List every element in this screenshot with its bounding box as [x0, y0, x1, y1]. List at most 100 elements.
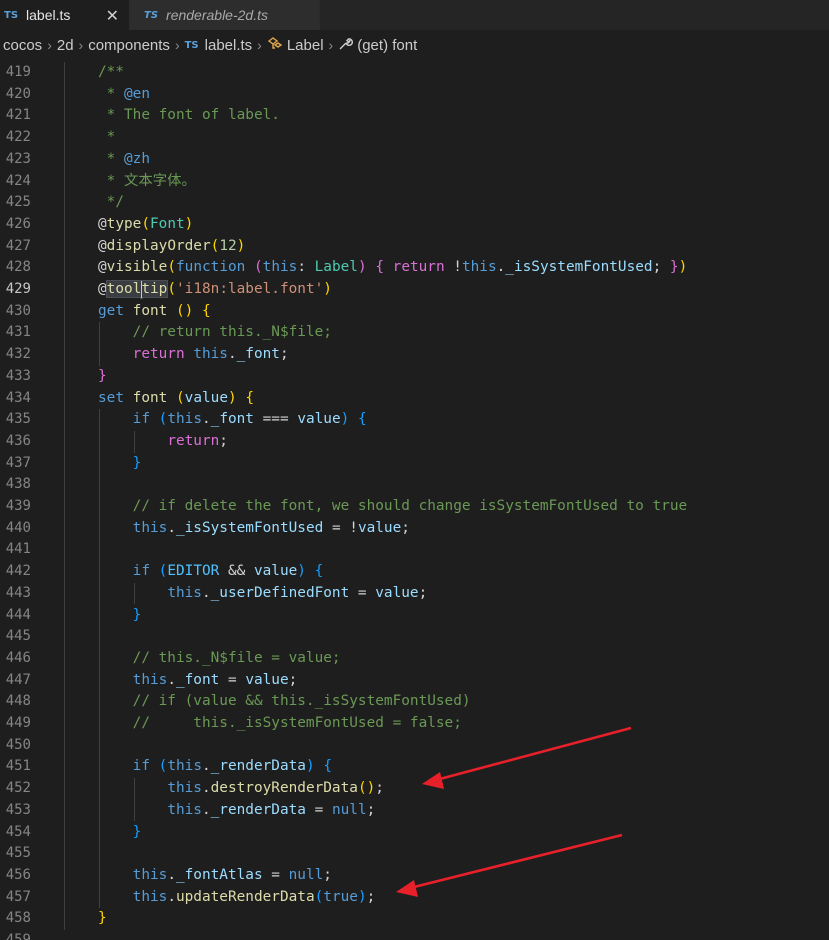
line-number: 427	[5, 237, 31, 254]
code-token: .	[167, 519, 176, 536]
code-line[interactable]: 425 */	[0, 192, 829, 214]
code-line[interactable]: 456 this._fontAtlas = null;	[0, 865, 829, 887]
code-line[interactable]: 455	[0, 843, 829, 865]
line-number: 446	[5, 649, 31, 666]
code-token: &&	[219, 563, 254, 580]
code-token: tip	[141, 281, 168, 297]
breadcrumb-item-2d[interactable]: 2d	[57, 37, 74, 54]
breadcrumb-item-class[interactable]: Label	[287, 37, 324, 54]
code-line[interactable]: 431 // return this._N$file;	[0, 322, 829, 344]
line-number: 435	[5, 411, 31, 428]
code-token: value	[245, 671, 289, 688]
code-line[interactable]: 454 }	[0, 822, 829, 844]
code-line[interactable]: 433}	[0, 366, 829, 388]
code-token: true	[323, 888, 358, 905]
code-text: set font (value) {	[98, 388, 254, 410]
tab-label-ts[interactable]: TS label.ts ✕	[0, 0, 130, 30]
code-line[interactable]: 444 }	[0, 605, 829, 627]
code-token: )	[305, 758, 315, 775]
breadcrumb-item-components[interactable]: components	[88, 37, 170, 54]
line-number: 444	[5, 606, 31, 623]
code-token: .	[167, 888, 176, 905]
code-token: {	[357, 411, 367, 428]
code-line[interactable]: 437 }	[0, 453, 829, 475]
code-line[interactable]: 429 @tooltip('i18n:label.font')	[0, 279, 829, 301]
tab-label: label.ts	[26, 7, 71, 23]
code-line[interactable]: 457 this.updateRenderData(true);	[0, 887, 829, 909]
breadcrumb-item-file[interactable]: label.ts	[205, 37, 253, 54]
code-line[interactable]: 450	[0, 735, 829, 757]
code-token: _userDefinedFont	[210, 584, 350, 601]
code-line[interactable]: 435 if (this._font === value) {	[0, 409, 829, 431]
line-number: 442	[5, 563, 31, 580]
code-line[interactable]: 430 get font () {	[0, 301, 829, 323]
line-number: 424	[5, 172, 31, 189]
editor-window: { "tabs": [ {"badge": "TS", "label": "la…	[0, 0, 829, 940]
code-line[interactable]: 443 this._userDefinedFont = value;	[0, 583, 829, 605]
code-token: // return this._N$file;	[132, 324, 332, 341]
code-line[interactable]: 427 @displayOrder(12)	[0, 236, 829, 258]
code-line[interactable]: 434 set font (value) {	[0, 388, 829, 410]
code-line[interactable]: 440 this._isSystemFontUsed = !value;	[0, 518, 829, 540]
code-line[interactable]: 422 *	[0, 127, 829, 149]
code-line[interactable]: 446 // this._N$file = value;	[0, 648, 829, 670]
code-line[interactable]: 442 if (EDITOR && value) {	[0, 561, 829, 583]
code-text: }	[98, 453, 142, 475]
code-line[interactable]: 423 * @zh	[0, 149, 829, 171]
class-symbol-icon	[267, 36, 283, 54]
code-line[interactable]: 451 if (this._renderData) {	[0, 756, 829, 778]
tab-bar: TS label.ts ✕ TS renderable-2d.ts	[0, 0, 829, 31]
code-line[interactable]: 424 * 文本字体。	[0, 171, 829, 193]
code-text: * @zh	[98, 149, 150, 171]
code-line[interactable]: 426 @type(Font)	[0, 214, 829, 236]
code-text: @type(Font)	[98, 214, 193, 236]
code-text: * 文本字体。	[98, 171, 196, 193]
code-line[interactable]: 438	[0, 474, 829, 496]
tab-renderable-2d-ts[interactable]: TS renderable-2d.ts	[130, 0, 320, 30]
code-line[interactable]: 445	[0, 626, 829, 648]
code-line[interactable]: 432 return this._font;	[0, 344, 829, 366]
code-token: displayOrder	[106, 237, 211, 254]
code-text: // this._N$file = value;	[98, 648, 341, 670]
line-number: 423	[5, 150, 31, 167]
line-number: 426	[5, 215, 31, 232]
chevron-right-icon: ›	[328, 37, 334, 53]
code-line[interactable]: 447 this._font = value;	[0, 670, 829, 692]
code-line[interactable]: 448 // if (value && this._isSystemFontUs…	[0, 691, 829, 713]
code-token: this	[132, 866, 168, 883]
code-text: }	[98, 366, 107, 388]
code-line[interactable]: 449 // this._isSystemFontUsed = false;	[0, 713, 829, 735]
code-line[interactable]: 421 * The font of label.	[0, 105, 829, 127]
line-number: 422	[5, 129, 31, 146]
code-token: =	[349, 584, 376, 601]
close-icon[interactable]: ✕	[106, 6, 119, 26]
code-line[interactable]: 459	[0, 930, 829, 940]
code-text: return this._font;	[98, 344, 289, 366]
code-token: if	[132, 758, 150, 775]
code-token: _font	[175, 671, 220, 688]
code-line[interactable]: 428 @visible(function (this: Label) { ret…	[0, 257, 829, 279]
code-line[interactable]: 439 // if delete the font, we should cha…	[0, 496, 829, 518]
code-line[interactable]: 420 * @en	[0, 84, 829, 106]
breadcrumb-item-cocos[interactable]: cocos	[3, 37, 42, 54]
breadcrumb-item-method[interactable]: (get) font	[357, 37, 417, 54]
code-token: =	[262, 866, 289, 883]
code-line[interactable]: 458}	[0, 908, 829, 930]
code-line[interactable]: 419 /**	[0, 62, 829, 84]
code-editor[interactable]: 419/** 420 * @en 421 * The font of label. 4…	[0, 60, 829, 940]
line-number: 457	[5, 888, 31, 905]
code-line[interactable]: 453 this._renderData = null;	[0, 800, 829, 822]
code-line[interactable]: 452 this.destroyRenderData();	[0, 778, 829, 800]
code-line[interactable]: 436 return;	[0, 431, 829, 453]
code-line[interactable]: 441	[0, 539, 829, 561]
